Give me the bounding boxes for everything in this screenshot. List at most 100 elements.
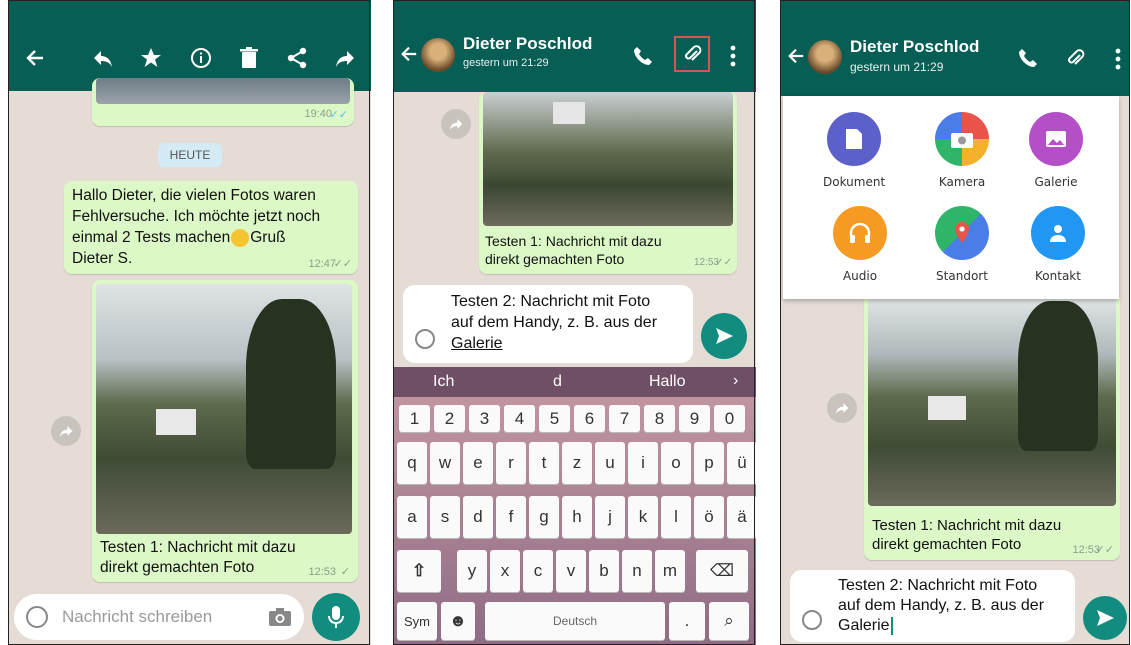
suggestion[interactable]: Hallo xyxy=(649,373,685,391)
emoji-icon[interactable] xyxy=(802,610,822,630)
key-b[interactable]: b xyxy=(589,550,619,592)
forward-shortcut-icon[interactable] xyxy=(51,416,81,446)
key-g[interactable]: g xyxy=(529,496,559,538)
key-q[interactable]: q xyxy=(397,442,427,484)
key-4[interactable]: 4 xyxy=(504,405,535,432)
search-key[interactable]: ⌕ xyxy=(709,602,749,640)
back-arrow-icon[interactable] xyxy=(22,45,48,71)
attach-camera[interactable]: Kamera xyxy=(935,112,989,189)
key-1[interactable]: 1 xyxy=(399,405,430,432)
attach-document[interactable]: Dokument xyxy=(823,112,885,189)
chevron-right-icon[interactable]: › xyxy=(733,372,738,390)
photo-image[interactable] xyxy=(483,92,733,226)
key-x[interactable]: x xyxy=(490,550,520,592)
key-t[interactable]: t xyxy=(529,442,559,484)
attach-button-highlight[interactable] xyxy=(674,36,710,72)
location-icon[interactable] xyxy=(935,206,989,260)
emoji-icon[interactable] xyxy=(26,606,48,628)
document-icon[interactable] xyxy=(827,112,882,166)
emoji-icon[interactable] xyxy=(415,329,435,349)
text-message-bubble[interactable]: Hallo Dieter, die vielen Fotos waren Feh… xyxy=(64,181,358,274)
key-p[interactable]: p xyxy=(694,442,724,484)
contact-icon[interactable] xyxy=(1031,206,1085,260)
camera-icon[interactable] xyxy=(935,112,989,166)
send-button[interactable] xyxy=(1083,596,1127,640)
attach-gallery[interactable]: Galerie xyxy=(1029,112,1083,189)
attach-contact[interactable]: Kontakt xyxy=(1031,206,1085,283)
key-h[interactable]: h xyxy=(562,496,592,538)
back-arrow-icon[interactable] xyxy=(786,46,806,66)
photo-image[interactable] xyxy=(868,296,1116,506)
key-l[interactable]: l xyxy=(661,496,691,538)
backspace-key[interactable]: ⌫ xyxy=(696,550,748,592)
photo-image[interactable] xyxy=(96,284,352,534)
key-ü[interactable]: ü xyxy=(727,442,756,484)
gallery-icon[interactable] xyxy=(1029,112,1083,166)
back-arrow-icon[interactable] xyxy=(399,44,419,64)
key-m[interactable]: m xyxy=(655,550,685,592)
paperclip-icon[interactable] xyxy=(1063,46,1087,70)
photo-thumbnail[interactable] xyxy=(96,78,350,104)
photo-message-bubble[interactable]: Testen 1: Nachricht mit dazu direkt gema… xyxy=(479,92,737,274)
phone-icon[interactable] xyxy=(631,44,655,68)
key-u[interactable]: u xyxy=(595,442,625,484)
key-z[interactable]: z xyxy=(562,442,592,484)
key-n[interactable]: n xyxy=(622,550,652,592)
message-input-bar[interactable]: Testen 2: Nachricht mit Foto auf dem Han… xyxy=(790,570,1075,642)
previous-photo-message[interactable]: 19:40 ✓✓ xyxy=(92,78,354,126)
emoji-key[interactable]: ☻ xyxy=(441,602,475,640)
suggestion[interactable]: d xyxy=(553,373,562,391)
key-8[interactable]: 8 xyxy=(644,405,675,432)
period-key[interactable]: . xyxy=(669,602,705,640)
key-a[interactable]: a xyxy=(397,496,427,538)
key-5[interactable]: 5 xyxy=(539,405,570,432)
forward-shortcut-icon[interactable] xyxy=(827,393,857,423)
key-w[interactable]: w xyxy=(430,442,460,484)
star-icon[interactable] xyxy=(137,44,165,72)
key-9[interactable]: 9 xyxy=(679,405,710,432)
more-options-icon[interactable] xyxy=(725,42,741,70)
key-3[interactable]: 3 xyxy=(469,405,500,432)
key-f[interactable]: f xyxy=(496,496,526,538)
info-icon[interactable] xyxy=(188,45,214,71)
key-k[interactable]: k xyxy=(628,496,658,538)
reply-icon[interactable] xyxy=(90,45,116,71)
suggestion[interactable]: Ich xyxy=(433,373,454,391)
shift-key[interactable]: ⇧ xyxy=(397,550,441,592)
sym-key[interactable]: Sym xyxy=(397,602,437,640)
more-options-icon[interactable] xyxy=(1110,45,1126,73)
key-0[interactable]: 0 xyxy=(714,405,745,432)
delete-icon[interactable] xyxy=(236,45,262,71)
key-s[interactable]: s xyxy=(430,496,460,538)
photo-message-bubble[interactable]: Testen 1: Nachricht mit dazu direkt gema… xyxy=(92,280,358,582)
forward-shortcut-icon[interactable] xyxy=(441,109,471,139)
photo-message-bubble[interactable]: Testen 1: Nachricht mit dazu direkt gema… xyxy=(864,292,1120,560)
message-input-bar[interactable]: Testen 2: Nachricht mit Foto auf dem Han… xyxy=(403,285,693,363)
key-j[interactable]: j xyxy=(595,496,625,538)
key-ö[interactable]: ö xyxy=(694,496,724,538)
phone-icon[interactable] xyxy=(1016,46,1040,70)
key-2[interactable]: 2 xyxy=(434,405,465,432)
message-input-bar[interactable]: Nachricht schreiben xyxy=(14,594,304,640)
contact-name[interactable]: Dieter Poschlod xyxy=(850,37,979,57)
send-button[interactable] xyxy=(701,313,747,359)
key-c[interactable]: c xyxy=(523,550,553,592)
mic-button[interactable] xyxy=(312,593,360,641)
key-i[interactable]: i xyxy=(628,442,658,484)
key-v[interactable]: v xyxy=(556,550,586,592)
avatar[interactable] xyxy=(421,38,455,72)
space-key[interactable]: Deutsch xyxy=(485,602,665,640)
contact-name[interactable]: Dieter Poschlod xyxy=(463,34,592,54)
key-o[interactable]: o xyxy=(661,442,691,484)
camera-icon[interactable] xyxy=(268,607,292,627)
key-y[interactable]: y xyxy=(457,550,487,592)
share-icon[interactable] xyxy=(284,45,310,71)
key-r[interactable]: r xyxy=(496,442,526,484)
headphones-icon[interactable] xyxy=(833,206,887,260)
key-6[interactable]: 6 xyxy=(574,405,605,432)
attach-location[interactable]: Standort xyxy=(935,206,989,283)
attach-audio[interactable]: Audio xyxy=(833,206,887,283)
key-7[interactable]: 7 xyxy=(609,405,640,432)
key-e[interactable]: e xyxy=(463,442,493,484)
forward-icon[interactable] xyxy=(332,45,358,71)
